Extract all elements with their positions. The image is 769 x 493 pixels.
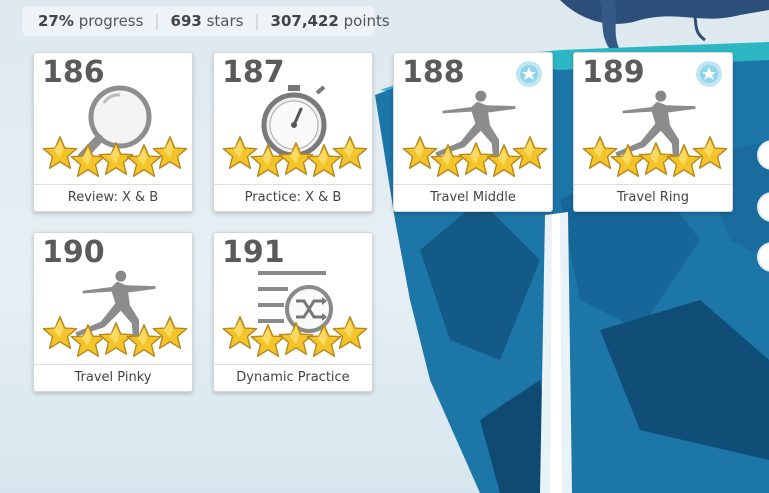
lesson-card-190[interactable]: 190 Travel Pinky (33, 232, 193, 392)
progress-value: 27% (38, 12, 74, 30)
lesson-number: 190 (42, 235, 105, 270)
lesson-title: Practice: X & B (214, 184, 372, 211)
lesson-title: Dynamic Practice (214, 364, 372, 391)
stats-bar: 27% progress | 693 stars | 307,422 point… (22, 6, 390, 36)
lesson-title: Review: X & B (34, 184, 192, 211)
lesson-number: 188 (402, 55, 465, 90)
lesson-card-189[interactable]: 189 Travel Ring (573, 52, 733, 212)
lesson-title: Travel Pinky (34, 364, 192, 391)
lesson-card-186[interactable]: 186 Review: X & B (33, 52, 193, 212)
star-rating (222, 316, 368, 358)
lesson-number: 189 (582, 55, 645, 90)
star-rating (42, 136, 188, 178)
star-rating (582, 136, 728, 178)
badge-icon (516, 61, 542, 87)
stars-label: stars (206, 12, 244, 30)
star-rating (402, 136, 548, 178)
lesson-card-188[interactable]: 188 Travel Middle (393, 52, 553, 212)
lesson-card-187[interactable]: 187 Practice: X & B (213, 52, 373, 212)
stats-divider: | (154, 12, 160, 30)
progress-label: progress (78, 12, 144, 30)
star-rating (42, 316, 188, 358)
points-value: 307,422 (270, 12, 339, 30)
lesson-title: Travel Middle (394, 184, 552, 211)
badge-icon (696, 61, 722, 87)
lesson-number: 187 (222, 55, 285, 90)
points-label: points (343, 12, 390, 30)
lesson-number: 191 (222, 235, 285, 270)
lesson-number: 186 (42, 55, 105, 90)
stars-value: 693 (170, 12, 202, 30)
lesson-card-191[interactable]: 191 Dynamic Practice (213, 232, 373, 392)
stats-divider: | (254, 12, 260, 30)
lesson-title: Travel Ring (574, 184, 732, 211)
star-rating (222, 136, 368, 178)
